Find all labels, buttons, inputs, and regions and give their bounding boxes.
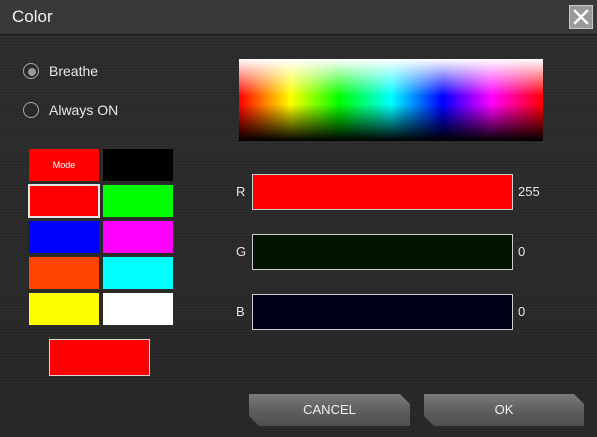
radio-dot xyxy=(28,68,36,76)
channel-bar-b[interactable] xyxy=(252,294,513,330)
channel-bar-g[interactable] xyxy=(252,234,513,270)
radio-label: Always ON xyxy=(49,102,119,118)
mode-swatch[interactable]: Mode xyxy=(29,149,99,181)
radio-circle xyxy=(23,63,39,79)
radio-circle xyxy=(23,102,39,118)
channel-label-b: B xyxy=(236,304,245,319)
ok-label: OK xyxy=(494,402,514,417)
title-bar: Color xyxy=(0,0,597,35)
color-swatch[interactable] xyxy=(103,221,173,253)
color-swatch[interactable] xyxy=(103,293,173,325)
ok-button[interactable]: OK xyxy=(424,394,584,426)
color-swatch[interactable] xyxy=(103,257,173,289)
channel-label-g: G xyxy=(236,244,247,259)
color-dialog: Color Breathe Always ON Mode R 255 G 0 B… xyxy=(0,0,597,437)
channel-label-r: R xyxy=(236,184,246,199)
radio-label: Breathe xyxy=(49,63,99,79)
radio-always-on[interactable]: Always ON xyxy=(23,102,143,120)
color-swatch[interactable] xyxy=(29,293,99,325)
color-preview xyxy=(49,339,150,376)
color-spectrum-picker[interactable] xyxy=(239,59,543,141)
channel-value-r: 255 xyxy=(518,184,540,199)
window-title: Color xyxy=(12,7,53,26)
color-swatch[interactable] xyxy=(103,149,173,181)
radio-breathe[interactable]: Breathe xyxy=(23,63,143,81)
cancel-label: CANCEL xyxy=(303,402,356,417)
channel-value-g: 0 xyxy=(518,244,526,259)
mode-label: Mode xyxy=(52,160,76,170)
color-swatch[interactable] xyxy=(29,221,99,253)
color-swatch[interactable] xyxy=(103,185,173,217)
close-button[interactable] xyxy=(569,5,593,29)
color-swatch[interactable] xyxy=(29,257,99,289)
close-icon xyxy=(573,9,589,25)
cancel-button[interactable]: CANCEL xyxy=(249,394,410,426)
channel-value-b: 0 xyxy=(518,304,526,319)
channel-bar-r[interactable] xyxy=(252,174,513,210)
color-swatch[interactable] xyxy=(28,184,100,218)
